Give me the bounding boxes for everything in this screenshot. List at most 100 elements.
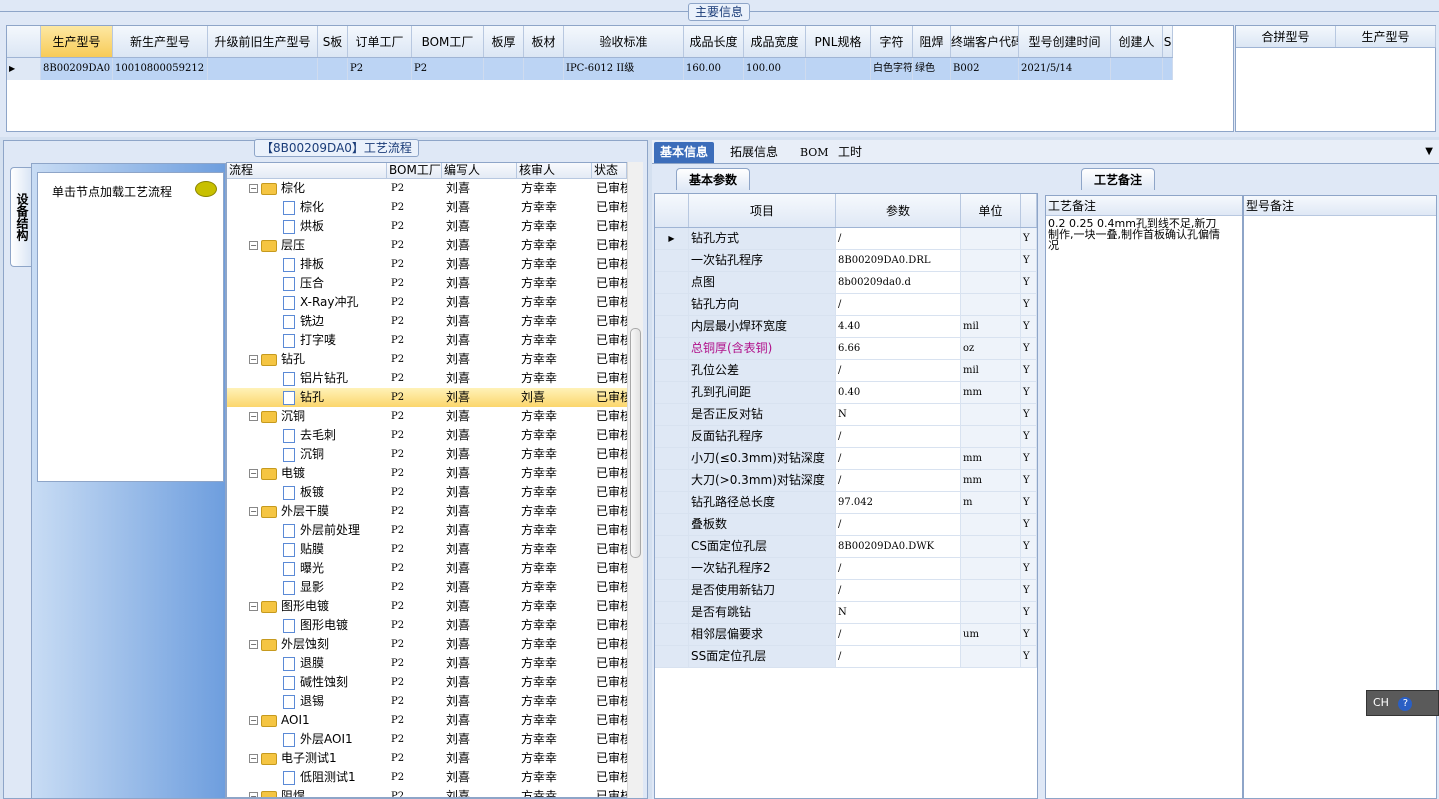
param-value[interactable]: 8b00209da0.d [836, 272, 961, 293]
tree-node[interactable]: − 外层蚀刻 P2 刘喜 方幸幸 已审核 [227, 635, 627, 654]
param-row[interactable]: 一次钻孔程序 8B00209DA0.DRL Y [655, 250, 1037, 272]
param-row[interactable]: 反面钻孔程序 / Y [655, 426, 1037, 448]
param-row[interactable]: 是否有跳钻 N Y [655, 602, 1037, 624]
param-value[interactable]: 0.40 [836, 382, 961, 403]
tree-node[interactable]: 低阻测试1 P2 刘喜 方幸幸 已审核 [227, 768, 627, 787]
column-header[interactable]: S板 [318, 26, 348, 57]
device-list[interactable]: 单击节点加载工艺流程 [37, 172, 224, 482]
column-header[interactable]: 终端客户代码 [951, 26, 1019, 57]
table-cell[interactable] [1163, 58, 1173, 80]
column-header[interactable]: 创建人 [1111, 26, 1163, 57]
tab-device-structure[interactable]: 设备结构 [10, 167, 32, 267]
param-row[interactable]: CS面定位孔层 8B00209DA0.DWK Y [655, 536, 1037, 558]
param-value[interactable]: / [836, 228, 961, 249]
tree-node[interactable]: − 图形电镀 P2 刘喜 方幸幸 已审核 [227, 597, 627, 616]
param-value[interactable]: / [836, 646, 961, 667]
tree-node[interactable]: 曝光 P2 刘喜 方幸幸 已审核 [227, 559, 627, 578]
tree-node[interactable]: − 钻孔 P2 刘喜 方幸幸 已审核 [227, 350, 627, 369]
column-header[interactable]: PNL规格 [806, 26, 871, 57]
table-cell[interactable]: 白色字符 [871, 58, 913, 80]
param-value[interactable]: 6.66 [836, 338, 961, 359]
column-header[interactable]: 成品宽度 [744, 26, 806, 57]
table-cell[interactable]: 2021/5/14 [1019, 58, 1111, 80]
column-header[interactable]: 成品长度 [684, 26, 744, 57]
tree-node[interactable]: 去毛刺 P2 刘喜 方幸幸 已审核 [227, 426, 627, 445]
tree-column-header[interactable]: BOM工厂 [387, 163, 442, 178]
tab-work-hours[interactable]: 工时 [832, 142, 868, 163]
param-row[interactable]: ▶ 钻孔方式 / Y [655, 228, 1037, 250]
table-cell[interactable]: 8B00209DA0 [41, 58, 113, 80]
param-value[interactable]: / [836, 360, 961, 381]
tree-node[interactable]: 钻孔 P2 刘喜 刘喜 已审核 [227, 388, 627, 407]
column-header[interactable]: 板厚 [484, 26, 524, 57]
ime-toolbar[interactable]: CH ? [1366, 690, 1439, 716]
param-value[interactable]: / [836, 426, 961, 447]
column-header[interactable]: 生产型号 [41, 26, 113, 57]
scrollbar-thumb[interactable] [630, 328, 641, 558]
collapse-icon[interactable]: − [249, 412, 258, 421]
collapse-icon[interactable]: − [249, 602, 258, 611]
tree-column-header[interactable]: 流程 [227, 163, 387, 178]
param-value[interactable]: / [836, 514, 961, 535]
merge-column-header[interactable]: 生产型号 [1336, 26, 1436, 47]
param-row[interactable]: 叠板数 / Y [655, 514, 1037, 536]
column-header[interactable]: 新生产型号 [113, 26, 208, 57]
tree-node[interactable]: 排板 P2 刘喜 方幸幸 已审核 [227, 255, 627, 274]
tree-node[interactable]: − 外层干膜 P2 刘喜 方幸幸 已审核 [227, 502, 627, 521]
tree-node[interactable]: − 沉铜 P2 刘喜 方幸幸 已审核 [227, 407, 627, 426]
tree-node[interactable]: 铝片钻孔 P2 刘喜 方幸幸 已审核 [227, 369, 627, 388]
tree-node[interactable]: 板镀 P2 刘喜 方幸幸 已审核 [227, 483, 627, 502]
tree-node[interactable]: 压合 P2 刘喜 方幸幸 已审核 [227, 274, 627, 293]
column-header[interactable]: 验收标准 [564, 26, 684, 57]
tree-node[interactable]: 贴膜 P2 刘喜 方幸幸 已审核 [227, 540, 627, 559]
param-value[interactable]: / [836, 558, 961, 579]
param-value[interactable]: 8B00209DA0.DRL [836, 250, 961, 271]
tab-basic-info[interactable]: 基本信息 [654, 142, 715, 163]
collapse-icon[interactable]: − [249, 754, 258, 763]
param-row[interactable]: 钻孔路径总长度 97.042 m Y [655, 492, 1037, 514]
table-cell[interactable]: IPC-6012 II级 [564, 58, 684, 80]
table-cell[interactable] [208, 58, 318, 80]
chevron-down-icon[interactable]: ▼ [1425, 146, 1433, 157]
table-cell[interactable]: B002 [951, 58, 1019, 80]
column-header[interactable]: S [1163, 26, 1173, 57]
collapse-icon[interactable]: − [249, 507, 258, 516]
basic-params-tab[interactable]: 基本参数 [676, 168, 751, 190]
merge-column-header[interactable]: 合拼型号 [1236, 26, 1336, 47]
param-value[interactable]: / [836, 470, 961, 491]
process-notes-tab[interactable]: 工艺备注 [1081, 168, 1156, 190]
param-row[interactable]: 点图 8b00209da0.d Y [655, 272, 1037, 294]
tree-node[interactable]: 外层AOI1 P2 刘喜 方幸幸 已审核 [227, 730, 627, 749]
tree-node[interactable]: − 阻焊 P2 刘喜 方幸幸 已审核 [227, 787, 627, 797]
help-icon[interactable]: ? [1398, 697, 1413, 711]
table-cell[interactable]: 10010800059212 [113, 58, 208, 80]
param-row[interactable]: 一次钻孔程序2/ Y [655, 558, 1037, 580]
ime-language-label[interactable]: CH [1373, 696, 1389, 709]
collapse-icon[interactable]: − [249, 640, 258, 649]
param-value[interactable]: / [836, 580, 961, 601]
table-cell[interactable] [524, 58, 564, 80]
table-row[interactable]: ▶ 8B00209DA0 10010800059212 P2 P2 IPC-6012 II… [7, 58, 1173, 80]
tree-node[interactable]: 退锡 P2 刘喜 方幸幸 已审核 [227, 692, 627, 711]
tree-node[interactable]: − 层压 P2 刘喜 方幸幸 已审核 [227, 236, 627, 255]
collapse-icon[interactable]: − [249, 184, 258, 193]
param-row[interactable]: 是否正反对钻 N Y [655, 404, 1037, 426]
param-value[interactable]: 8B00209DA0.DWK [836, 536, 961, 557]
column-header[interactable]: 订单工厂 [348, 26, 412, 57]
table-cell[interactable] [1111, 58, 1163, 80]
param-row[interactable]: SS面定位孔层 / Y [655, 646, 1037, 668]
tree-node[interactable]: 退膜 P2 刘喜 方幸幸 已审核 [227, 654, 627, 673]
tree-column-header[interactable]: 核审人 [517, 163, 592, 178]
param-row[interactable]: 钻孔方向 / Y [655, 294, 1037, 316]
param-row[interactable]: 孔到孔间距 0.40 mm Y [655, 382, 1037, 404]
table-cell[interactable]: 160.00 [684, 58, 744, 80]
column-header[interactable]: 阻焊 [913, 26, 951, 57]
tree-node[interactable]: 沉铜 P2 刘喜 方幸幸 已审核 [227, 445, 627, 464]
collapse-icon[interactable]: − [249, 241, 258, 250]
tree-node[interactable]: 外层前处理 P2 刘喜 方幸幸 已审核 [227, 521, 627, 540]
param-row[interactable]: 内层最小焊环宽度 4.40 mil Y [655, 316, 1037, 338]
param-row[interactable]: 总铜厚(含表铜) 6.66 oz Y [655, 338, 1037, 360]
tree-node[interactable]: 碱性蚀刻 P2 刘喜 方幸幸 已审核 [227, 673, 627, 692]
tree-node[interactable]: − AOI1 P2 刘喜 方幸幸 已审核 [227, 711, 627, 730]
param-value[interactable]: N [836, 602, 961, 623]
